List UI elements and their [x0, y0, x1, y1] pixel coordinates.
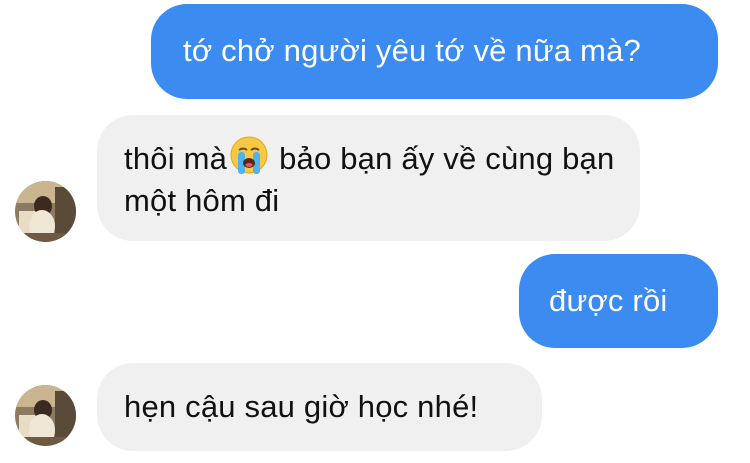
- message-text: hẹn cậu sau giờ học nhé!: [124, 389, 479, 424]
- sent-message-bubble[interactable]: được rồi: [519, 254, 718, 348]
- loudly-crying-face-icon: [229, 135, 269, 175]
- received-message-bubble[interactable]: thôi mà bảo bạn ấy về cùng bạn một hôm đ…: [97, 115, 640, 241]
- message-text: tớ chở người yêu tớ về nữa mà?: [183, 33, 641, 68]
- message-text: được rồi: [549, 283, 668, 318]
- sent-message-bubble[interactable]: tớ chở người yêu tớ về nữa mà?: [151, 4, 718, 99]
- message-text-part: thôi mà: [124, 141, 228, 176]
- received-message-bubble[interactable]: hẹn cậu sau giờ học nhé!: [97, 363, 542, 451]
- avatar[interactable]: [15, 385, 76, 446]
- avatar[interactable]: [15, 181, 76, 242]
